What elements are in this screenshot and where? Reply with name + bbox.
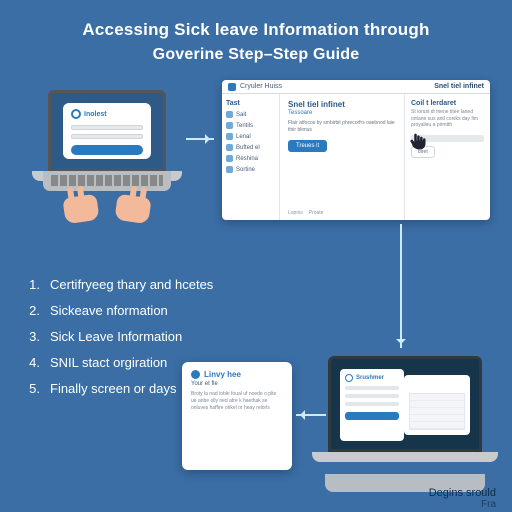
step-4-infocard: Linvy hee Your et fle Broty la nad ioble… (182, 362, 292, 470)
brand-name: Inolest (84, 111, 107, 118)
login-card: Inolest (63, 103, 151, 159)
portal-right-panel: Coil t lerdaret St iorust di mene titee … (404, 94, 490, 220)
sidebar-item[interactable]: Reshina (226, 155, 275, 162)
arrow-down-icon (400, 224, 402, 348)
sidebar-header: Tast (226, 100, 275, 107)
left-hand-icon (62, 194, 99, 224)
info-dot-icon (191, 370, 200, 379)
text-line (345, 402, 399, 406)
step-2-portal: Cryuler Huiss Snel tiel infinet Tast Sai… (222, 80, 490, 220)
step-1-laptop: Inolest (32, 90, 182, 202)
window-title: Cryuler Huiss (240, 83, 282, 90)
list-item: 2.Sickeave nformation (24, 298, 213, 324)
login-button[interactable] (71, 145, 143, 155)
tab[interactable]: Proate (309, 210, 324, 216)
tab[interactable]: Lopnis (288, 210, 303, 216)
brand-logo: Inolest (71, 109, 107, 119)
app-icon (228, 83, 236, 91)
sidebar-item[interactable]: Sortine (226, 166, 275, 173)
sidebar-item[interactable]: Lenal (226, 133, 275, 140)
tab-bar: Lopnis Proate (288, 210, 323, 216)
main-heading: Snel tiel infinet (288, 100, 396, 109)
panel-brand: Srushmer (356, 375, 384, 381)
result-panel-right (404, 375, 470, 435)
panel-button[interactable] (345, 412, 399, 420)
menu-icon (226, 155, 233, 162)
primary-cta-button[interactable]: Treues it (288, 140, 327, 152)
right-hand-icon (114, 194, 151, 224)
laptop-screen: Inolest (48, 90, 166, 172)
result-panel-left: Srushmer (340, 369, 404, 441)
infocard-body: Broty la nad ioble foual uf noede o plte… (191, 391, 283, 411)
menu-icon (226, 133, 233, 140)
data-grid (409, 393, 465, 430)
logo-ring-icon (71, 109, 81, 119)
list-item: 3.Sick Leave Information (24, 324, 213, 350)
window-titlebar: Cryuler Huiss Snel tiel infinet (222, 80, 490, 94)
arrow-right-icon (186, 138, 214, 140)
sidebar-item[interactable]: Sait (226, 111, 275, 118)
infocard-sub: Your et fle (191, 381, 283, 387)
right-heading: Coil t lerdaret (411, 100, 484, 107)
sidebar-item[interactable]: Bufted el (226, 144, 275, 151)
menu-icon (226, 111, 233, 118)
laptop2-screen: Srushmer (328, 356, 482, 452)
footer-caption: Degins srould Fra (429, 487, 496, 510)
list-item: 1.Certifryeeg thary and hcetes (24, 272, 213, 298)
page-subtitle: Goverine Step–Step Guide (0, 46, 512, 78)
text-line (345, 386, 399, 390)
right-text: St iorust di mene titee laned ontane sus… (411, 109, 484, 129)
portal-main: Snel tiel infinet Tessoare Flair atfocos… (280, 94, 404, 220)
text-line (345, 394, 399, 398)
panel-heading: Snel tiel infinet (434, 83, 484, 90)
sidebar-item[interactable]: Tentils (226, 122, 275, 129)
menu-icon (226, 166, 233, 173)
page-title: Accessing Sick leave Information through (0, 0, 512, 46)
keyboard-icon (43, 171, 171, 191)
main-sublink[interactable]: Tessoare (288, 110, 396, 116)
username-field[interactable] (71, 125, 143, 130)
portal-sidebar: Tast Sait Tentils Lenal Bufted el Reshin… (222, 94, 280, 220)
hand-cursor-icon (408, 132, 428, 152)
menu-icon (226, 144, 233, 151)
step-5-laptop: Srushmer (312, 356, 498, 484)
password-field[interactable] (71, 134, 143, 139)
logo-ring-icon (345, 374, 353, 382)
menu-icon (226, 122, 233, 129)
main-paragraph: Flair atfocos by smbirbit phrecorfrs oae… (288, 120, 396, 134)
infocard-heading: Linvy hee (191, 370, 283, 379)
